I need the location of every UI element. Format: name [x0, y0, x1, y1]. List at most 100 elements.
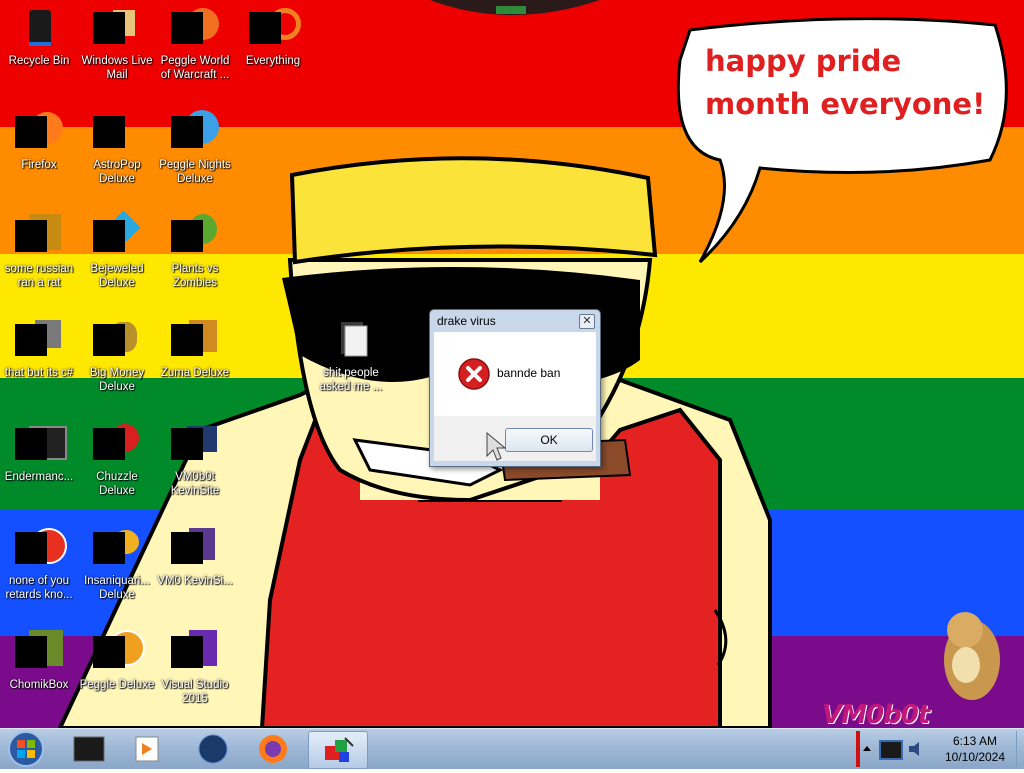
taskbar: 6:13 AM 10/10/2024 — [0, 728, 1024, 769]
chuzzle-icon — [93, 420, 141, 468]
paint-app-icon — [325, 737, 354, 762]
desktop-icon-chuzzle[interactable]: Chuzzle Deluxe — [78, 420, 156, 498]
icon-label: shit people asked me ... — [319, 367, 383, 393]
icon-label: ChomikBox — [9, 679, 69, 691]
dialog-body: bannde ban — [434, 332, 596, 416]
hamster-icon — [15, 628, 63, 676]
dialog-title: drake virus — [437, 314, 496, 328]
taskbar-paint-button-active[interactable] — [308, 731, 368, 769]
show-hidden-icons-icon[interactable] — [862, 741, 872, 755]
taskbar-network-button[interactable] — [186, 731, 240, 767]
icon-label: Chuzzle Deluxe — [96, 471, 138, 497]
icon-label: Everything — [245, 55, 301, 67]
desktop-icon-russian-rat[interactable]: some russian ran a rat — [0, 212, 78, 290]
desktop-icon-zuma[interactable]: Zuma Deluxe — [156, 316, 234, 380]
icon-label: Zuma Deluxe — [160, 367, 230, 379]
desktop-icon-big-money[interactable]: Big Money Deluxe — [78, 316, 156, 394]
icon-label: some russian ran a rat — [4, 263, 74, 289]
firefox-icon — [259, 735, 287, 763]
icon-label: Big Money Deluxe — [89, 367, 145, 393]
mail-icon — [93, 4, 141, 52]
desktop-icon-bejeweled[interactable]: Bejeweled Deluxe — [78, 210, 156, 290]
fish-icon — [93, 524, 141, 572]
app-icon — [15, 316, 63, 364]
recycle-bin-icon — [15, 4, 63, 52]
desktop-icon-none-of-you[interactable]: none of you retards kno... — [0, 524, 78, 602]
desktop-icon-insaniquarium[interactable]: Insaniquari... Deluxe — [78, 524, 156, 602]
website-icon — [171, 420, 219, 468]
media-player-icon — [135, 736, 159, 762]
desktop-icon-recycle-bin[interactable]: Recycle Bin — [0, 4, 78, 68]
firefox-icon — [15, 108, 63, 156]
visual-studio-icon — [171, 628, 219, 676]
error-icon — [458, 358, 490, 390]
desktop-icon-vm0-kevinsi[interactable]: VM0 KevinSi... — [156, 524, 234, 588]
chrome-icon — [15, 524, 67, 572]
icon-label: Firefox — [21, 159, 57, 171]
folder-icon — [327, 316, 375, 364]
clock-date[interactable]: 10/10/2024 — [940, 750, 1010, 764]
icon-label: VM0b0t KevinSite — [170, 471, 220, 497]
icon-label: AstroPop Deluxe — [93, 159, 141, 185]
desktop-icon-peggle-nights[interactable]: Peggle Nights Deluxe — [156, 108, 234, 186]
wallpaper-watermark: VM0b0t — [822, 700, 930, 728]
desktop-icon-csharp[interactable]: that but its c# — [0, 316, 78, 380]
desktop-icon-chomikbox[interactable]: ChomikBox — [0, 628, 78, 692]
dialog-footer: OK — [434, 416, 596, 461]
desktop-icon-plants-vs-zombies[interactable]: Plants vs Zombies — [156, 212, 234, 290]
tray-divider — [856, 731, 860, 767]
volume-icon[interactable] — [906, 739, 926, 759]
desktop-icon-peggle-wow[interactable]: Peggle World of Warcraft ... — [156, 4, 234, 82]
desktop-icon-vm0b0t-kevinsite[interactable]: VM0b0t KevinSite — [156, 420, 234, 498]
desktop-icon-astropop[interactable]: AstroPop Deluxe — [78, 108, 156, 186]
gem-icon — [93, 210, 141, 260]
icon-label: Peggle World of Warcraft ... — [160, 55, 230, 81]
peggle-icon — [171, 108, 219, 156]
desktop-icon-everything[interactable]: Everything — [234, 4, 312, 68]
search-icon — [249, 4, 301, 52]
peggle-icon — [93, 628, 145, 676]
terminal-icon — [15, 420, 67, 468]
desktop-icon-firefox[interactable]: Firefox — [0, 108, 78, 172]
taskbar-media-player-button[interactable] — [120, 731, 174, 767]
icon-label: Plants vs Zombies — [171, 263, 219, 289]
dialog-message: bannde ban — [497, 366, 561, 380]
app-icon — [15, 212, 63, 260]
network-globe-icon — [198, 734, 228, 764]
start-orb-icon[interactable] — [4, 729, 48, 769]
cmd-icon — [73, 736, 105, 762]
zuma-icon — [171, 316, 219, 364]
mouse-cursor-icon — [486, 432, 506, 461]
icon-label: Bejeweled Deluxe — [90, 263, 144, 289]
ok-button[interactable]: OK — [505, 428, 593, 452]
peggle-icon — [171, 4, 219, 52]
icon-label: VM0 KevinSi... — [157, 575, 233, 587]
icon-label: Recycle Bin — [8, 55, 70, 67]
file-icon — [171, 524, 219, 572]
icon-label: Insaniquari... Deluxe — [84, 575, 150, 601]
dialog-titlebar[interactable]: drake virus ✕ — [430, 310, 600, 332]
desktop-icon-peggle-deluxe[interactable]: Peggle Deluxe — [78, 628, 156, 692]
icon-label: none of you retards kno... — [5, 575, 73, 601]
icon-label: Endermanc... — [4, 471, 74, 483]
desktop-icon-visual-studio[interactable]: Visual Studio 2015 — [156, 628, 234, 706]
network-status-icon[interactable] — [876, 735, 906, 763]
dialog-close-button[interactable]: ✕ — [579, 314, 595, 329]
plant-icon — [171, 212, 219, 260]
desktop-icon-folder-shit-people[interactable]: shit people asked me ... — [312, 316, 390, 394]
taskbar-firefox-button[interactable] — [246, 731, 300, 767]
taskbar-cmd-button[interactable] — [62, 731, 116, 767]
message-dialog[interactable]: drake virus ✕ bannde ban OK — [429, 309, 601, 467]
icon-label: Peggle Deluxe — [79, 679, 155, 691]
icon-label: that but its c# — [4, 367, 74, 379]
desktop-icon-endermanch[interactable]: Endermanc... — [0, 420, 78, 484]
icon-label: Windows Live Mail — [81, 55, 153, 81]
icon-label: Visual Studio 2015 — [161, 679, 229, 705]
desktop-icon-windows-live-mail[interactable]: Windows Live Mail — [78, 4, 156, 82]
money-bag-icon — [93, 316, 141, 364]
show-desktop-button[interactable] — [1016, 731, 1024, 767]
clock-time[interactable]: 6:13 AM — [940, 734, 1010, 748]
speech-bubble-text: happy pride month everyone! — [705, 44, 986, 121]
game-icon — [93, 108, 141, 156]
icon-label: Peggle Nights Deluxe — [159, 159, 231, 185]
